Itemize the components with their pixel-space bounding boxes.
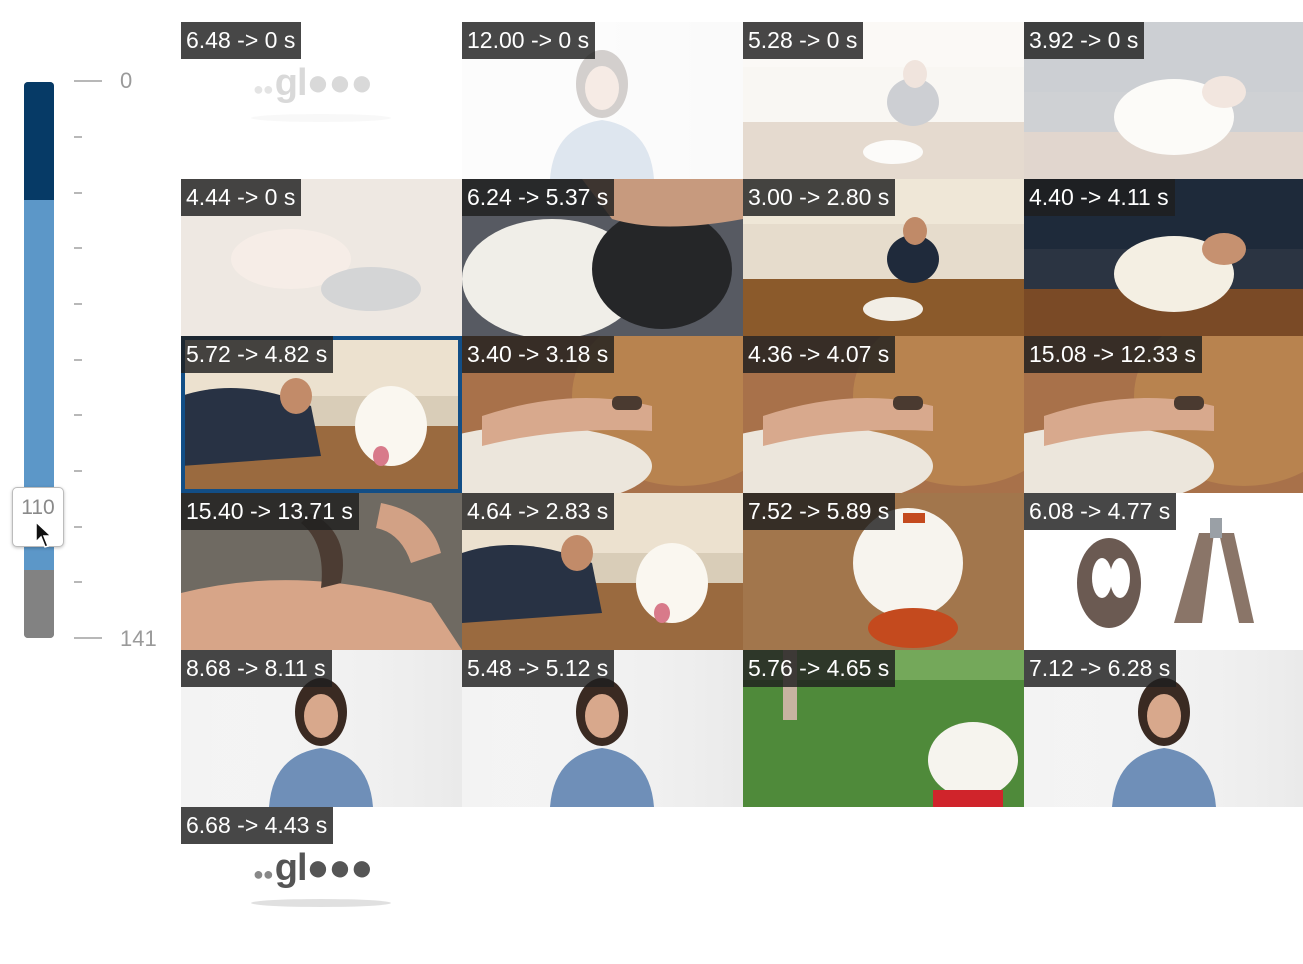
segment-duration-label: 6.24 -> 5.37 s <box>462 179 615 216</box>
video-thumbnail[interactable]: 6.08 -> 4.77 s <box>1024 493 1303 650</box>
video-thumbnail[interactable]: 5.76 -> 4.65 s <box>743 650 1024 807</box>
segment-duration-label: 7.12 -> 6.28 s <box>1024 650 1177 687</box>
segment-duration-label: 8.68 -> 8.11 s <box>181 650 332 687</box>
tick <box>74 526 82 528</box>
tick <box>74 247 82 249</box>
video-segment-grid: ●●gl●●● 6.48 -> 0 s 12.00 -> 0 s 5.28 -> … <box>181 22 1303 964</box>
segment-duration-label: 12.00 -> 0 s <box>462 22 596 59</box>
tick <box>74 470 82 472</box>
video-thumbnail[interactable]: 4.64 -> 2.83 s <box>462 493 743 650</box>
segment-duration-label: 15.40 -> 13.71 s <box>181 493 359 530</box>
logo-shadow <box>251 899 391 907</box>
video-thumbnail[interactable]: 4.40 -> 4.11 s <box>1024 179 1303 336</box>
brand-logo-icon: ●●gl●●● <box>253 62 373 104</box>
segment-duration-label: 3.92 -> 0 s <box>1024 22 1145 59</box>
segment-duration-label: 3.00 -> 2.80 s <box>743 179 896 216</box>
segment-duration-label: 6.68 -> 4.43 s <box>181 807 334 844</box>
video-thumbnail[interactable]: 3.92 -> 0 s <box>1024 22 1303 179</box>
video-thumbnail[interactable]: 8.68 -> 8.11 s <box>181 650 462 807</box>
video-thumbnail[interactable]: 5.48 -> 5.12 s <box>462 650 743 807</box>
tick <box>74 359 82 361</box>
video-thumbnail-selected[interactable]: 5.72 -> 4.82 s <box>181 336 462 493</box>
video-thumbnail[interactable]: 15.08 -> 12.33 s <box>1024 336 1303 493</box>
mouse-pointer-icon <box>35 520 53 548</box>
slider-range-dark <box>24 82 54 200</box>
tick-major-bottom <box>74 637 102 639</box>
segment-duration-label: 5.28 -> 0 s <box>743 22 864 59</box>
brand-logo-icon: ●●gl●●● <box>253 847 373 889</box>
tick-major-top <box>74 80 102 82</box>
slider-max-label: 141 <box>120 626 157 651</box>
video-thumbnail[interactable]: 3.40 -> 3.18 s <box>462 336 743 493</box>
segment-duration-label: 15.08 -> 12.33 s <box>1024 336 1202 373</box>
segment-duration-label: 7.52 -> 5.89 s <box>743 493 896 530</box>
segment-duration-label: 3.40 -> 3.18 s <box>462 336 615 373</box>
video-thumbnail[interactable]: ●●gl●●● 6.68 -> 4.43 s <box>181 807 462 964</box>
segment-duration-label: 5.48 -> 5.12 s <box>462 650 615 687</box>
video-thumbnail[interactable]: 15.40 -> 13.71 s <box>181 493 462 650</box>
video-thumbnail[interactable]: 4.36 -> 4.07 s <box>743 336 1024 493</box>
video-thumbnail[interactable]: 3.00 -> 2.80 s <box>743 179 1024 336</box>
video-thumbnail[interactable]: ●●gl●●● 6.48 -> 0 s <box>181 22 462 179</box>
slider-range-remaining <box>24 570 54 638</box>
segment-duration-label: 5.72 -> 4.82 s <box>181 336 334 373</box>
video-thumbnail[interactable]: 5.28 -> 0 s <box>743 22 1024 179</box>
segment-duration-label: 6.48 -> 0 s <box>181 22 302 59</box>
tick <box>74 192 82 194</box>
logo-shadow <box>251 114 391 122</box>
segment-duration-label: 4.36 -> 4.07 s <box>743 336 896 373</box>
slider-min-label: 0 <box>120 68 133 93</box>
tick <box>74 414 82 416</box>
slider-value: 110 <box>21 496 55 519</box>
segment-duration-label: 4.44 -> 0 s <box>181 179 302 216</box>
tick <box>74 581 82 583</box>
tick <box>74 303 82 305</box>
video-thumbnail[interactable]: 12.00 -> 0 s <box>462 22 743 179</box>
video-thumbnail[interactable]: 7.52 -> 5.89 s <box>743 493 1024 650</box>
video-thumbnail[interactable]: 7.12 -> 6.28 s <box>1024 650 1303 807</box>
segment-duration-label: 4.64 -> 2.83 s <box>462 493 615 530</box>
segment-duration-label: 5.76 -> 4.65 s <box>743 650 896 687</box>
segment-duration-label: 6.08 -> 4.77 s <box>1024 493 1177 530</box>
video-thumbnail[interactable]: 4.44 -> 0 s <box>181 179 462 336</box>
tick <box>74 136 82 138</box>
video-thumbnail[interactable]: 6.24 -> 5.37 s <box>462 179 743 336</box>
segment-duration-label: 4.40 -> 4.11 s <box>1024 179 1175 216</box>
slider-track[interactable] <box>24 82 54 638</box>
